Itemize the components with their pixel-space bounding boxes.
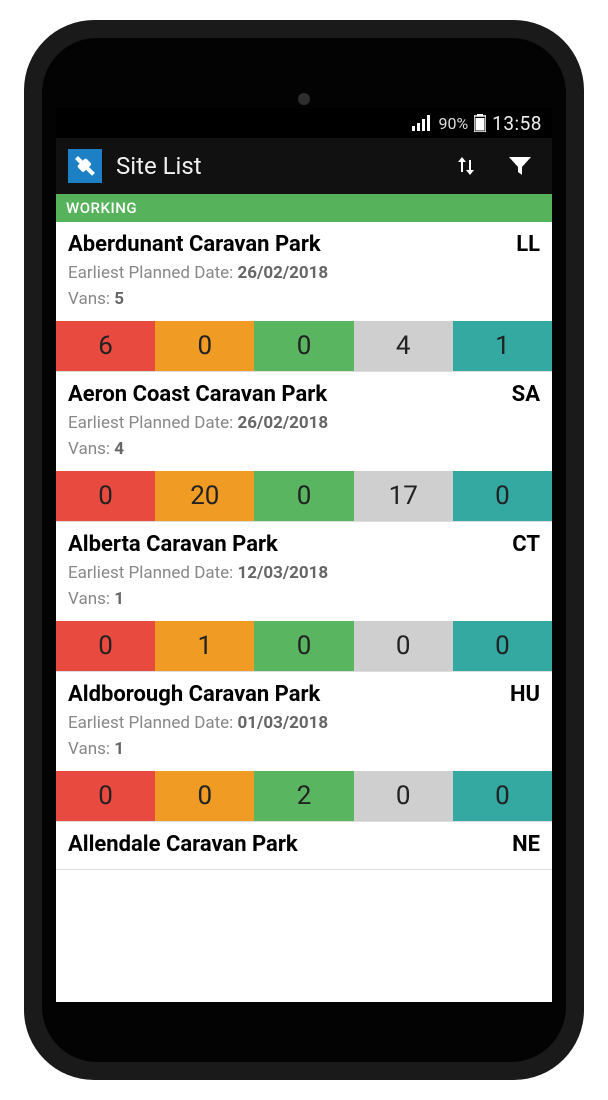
vans-count: 4 — [114, 439, 124, 459]
phone-frame: 90% 13:58 Site Li — [24, 20, 584, 1080]
site-code: CT — [512, 532, 540, 557]
count-red: 0 — [56, 471, 155, 521]
signal-icon — [412, 115, 432, 131]
site-card[interactable]: Aeron Coast Caravan Park SA Earliest Pla… — [56, 372, 552, 522]
site-code: LL — [516, 232, 540, 257]
vans-count: 5 — [114, 289, 124, 309]
app-icon — [68, 149, 102, 183]
status-bar: 90% 13:58 — [56, 108, 552, 138]
count-gray: 0 — [354, 621, 453, 671]
count-gray: 4 — [354, 321, 453, 371]
count-green: 0 — [254, 321, 353, 371]
screen: 90% 13:58 Site Li — [56, 108, 552, 1002]
earliest-label: Earliest Planned Date: — [68, 263, 233, 283]
clock: 13:58 — [492, 112, 542, 135]
sort-button[interactable] — [446, 146, 486, 186]
count-red: 0 — [56, 771, 155, 821]
status-counts: 0 0 2 0 0 — [56, 771, 552, 821]
status-counts: 6 0 0 4 1 — [56, 321, 552, 371]
app-bar: Site List — [56, 138, 552, 194]
earliest-date: 12/03/2018 — [238, 563, 329, 583]
vans-label: Vans: — [68, 439, 110, 459]
app-title: Site List — [116, 152, 432, 180]
count-red: 0 — [56, 621, 155, 671]
earliest-label: Earliest Planned Date: — [68, 563, 233, 583]
site-code: HU — [510, 682, 540, 707]
vans-label: Vans: — [68, 739, 110, 759]
status-counts: 0 1 0 0 0 — [56, 621, 552, 671]
count-teal: 0 — [453, 621, 552, 671]
site-code: SA — [512, 382, 540, 407]
vans-count: 1 — [114, 589, 124, 609]
count-orange: 1 — [155, 621, 254, 671]
battery-icon — [474, 114, 486, 132]
earliest-date: 26/02/2018 — [238, 413, 329, 433]
vans-label: Vans: — [68, 289, 110, 309]
count-teal: 1 — [453, 321, 552, 371]
site-list[interactable]: Aberdunant Caravan Park LL Earliest Plan… — [56, 222, 552, 1002]
count-green: 0 — [254, 621, 353, 671]
funnel-icon — [507, 154, 533, 178]
earliest-date: 01/03/2018 — [238, 713, 329, 733]
count-gray: 0 — [354, 771, 453, 821]
count-red: 6 — [56, 321, 155, 371]
earliest-label: Earliest Planned Date: — [68, 413, 233, 433]
section-header-working: WORKING — [56, 194, 552, 222]
status-counts: 0 20 0 17 0 — [56, 471, 552, 521]
site-card[interactable]: Aldborough Caravan Park HU Earliest Plan… — [56, 672, 552, 822]
count-green: 2 — [254, 771, 353, 821]
count-teal: 0 — [453, 471, 552, 521]
count-orange: 20 — [155, 471, 254, 521]
count-teal: 0 — [453, 771, 552, 821]
site-card[interactable]: Allendale Caravan Park NE — [56, 822, 552, 870]
vans-count: 1 — [114, 739, 124, 759]
site-code: NE — [512, 832, 540, 857]
site-name: Aberdunant Caravan Park — [68, 232, 321, 257]
count-orange: 0 — [155, 321, 254, 371]
count-orange: 0 — [155, 771, 254, 821]
earliest-label: Earliest Planned Date: — [68, 713, 233, 733]
battery-percent: 90% — [438, 114, 468, 133]
vans-label: Vans: — [68, 589, 110, 609]
site-card[interactable]: Alberta Caravan Park CT Earliest Planned… — [56, 522, 552, 672]
filter-button[interactable] — [500, 146, 540, 186]
site-card[interactable]: Aberdunant Caravan Park LL Earliest Plan… — [56, 222, 552, 372]
phone-sensor — [298, 93, 310, 105]
count-green: 0 — [254, 471, 353, 521]
site-name: Allendale Caravan Park — [68, 832, 298, 857]
sort-icon — [454, 154, 478, 178]
site-name: Alberta Caravan Park — [68, 532, 278, 557]
site-name: Aldborough Caravan Park — [68, 682, 320, 707]
count-gray: 17 — [354, 471, 453, 521]
earliest-date: 26/02/2018 — [238, 263, 329, 283]
site-name: Aeron Coast Caravan Park — [68, 382, 327, 407]
